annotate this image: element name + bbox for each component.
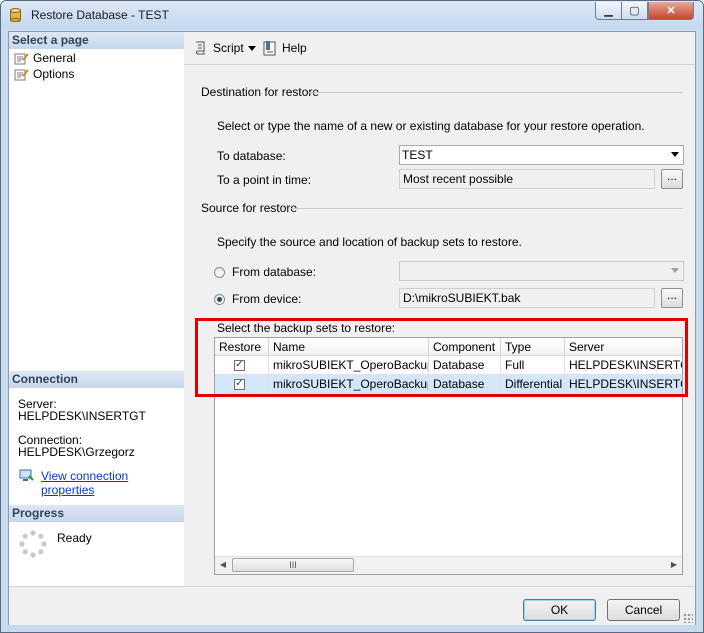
script-dropdown-arrow-icon[interactable] (248, 46, 256, 51)
to-database-combo[interactable]: TEST (399, 145, 684, 165)
view-connection-properties-link[interactable]: View connection properties (41, 469, 184, 497)
maximize-icon: ▢ (629, 5, 640, 17)
to-database-value: TEST (402, 148, 433, 162)
point-in-time-value: Most recent possible (403, 172, 514, 186)
database-icon (10, 8, 21, 22)
resize-grip-icon[interactable] (683, 613, 693, 623)
progress-header: Progress (9, 505, 184, 522)
from-database-label: From database: (232, 265, 317, 279)
source-group-label: Source for restore (201, 201, 298, 215)
left-pane: Select a page General Options Connection… (9, 32, 185, 586)
right-pane: Script Help Destination for restore Sele… (184, 32, 695, 586)
script-icon (196, 41, 205, 55)
progress-status: Ready (57, 531, 92, 545)
to-database-label: To database: (217, 149, 286, 163)
help-icon (263, 41, 276, 56)
connection-properties-icon (19, 469, 34, 481)
scroll-left-icon[interactable]: ◀ (215, 557, 231, 573)
server-value: HELPDESK\INSERTGT (18, 409, 146, 423)
minimize-icon: ▁ (604, 5, 613, 17)
button-bar: OK Cancel (9, 586, 695, 625)
cancel-button[interactable]: Cancel (607, 599, 680, 621)
chevron-down-icon (671, 152, 679, 157)
page-item-general[interactable]: General (14, 51, 76, 66)
page-label-options: Options (33, 67, 75, 81)
page-icon (14, 53, 29, 65)
page-item-options[interactable]: Options (14, 67, 74, 82)
select-page-header: Select a page (9, 32, 184, 49)
device-browse-button[interactable]: ... (661, 288, 683, 308)
help-label: Help (282, 41, 307, 55)
window-title: Restore Database - TEST (31, 8, 169, 22)
destination-instruction: Select or type the name of a new or exis… (217, 119, 645, 133)
from-database-radio[interactable] (214, 267, 225, 278)
restore-database-window: Restore Database - TEST ▁ ▢ ✕ Select a p… (0, 0, 704, 633)
help-button[interactable]: Help (262, 39, 307, 57)
point-in-time-browse-button[interactable]: ... (661, 169, 683, 189)
horizontal-scrollbar[interactable]: ◀ III ▶ (215, 556, 682, 574)
scroll-right-icon[interactable]: ▶ (666, 557, 682, 573)
connection-value: HELPDESK\Grzegorz (18, 445, 135, 459)
maximize-button[interactable]: ▢ (621, 2, 648, 20)
destination-group-label: Destination for restore (201, 85, 320, 99)
toolbar: Script Help (184, 32, 695, 65)
scrollbar-thumb[interactable]: III (232, 558, 354, 572)
from-database-combo[interactable] (399, 261, 684, 281)
source-instruction: Specify the source and location of backu… (217, 235, 522, 249)
chevron-down-icon (671, 268, 679, 273)
device-path-field: D:\mikroSUBIEKT.bak (399, 288, 655, 308)
connection-header: Connection (9, 371, 184, 388)
close-button[interactable]: ✕ (648, 2, 694, 20)
page-label-general: General (33, 51, 76, 65)
script-button[interactable]: Script (193, 39, 244, 57)
device-path-value: D:\mikroSUBIEKT.bak (403, 291, 521, 305)
highlight-box (195, 318, 688, 397)
point-in-time-label: To a point in time: (217, 173, 312, 187)
script-label: Script (213, 41, 244, 55)
page-icon (14, 69, 29, 81)
ok-button[interactable]: OK (523, 599, 596, 621)
minimize-button[interactable]: ▁ (595, 2, 622, 20)
source-divider (291, 208, 683, 209)
from-device-radio[interactable] (214, 294, 225, 305)
point-in-time-field: Most recent possible (399, 169, 655, 189)
close-icon: ✕ (666, 5, 676, 17)
destination-divider (308, 92, 683, 93)
from-device-label: From device: (232, 292, 302, 306)
title-bar[interactable]: Restore Database - TEST ▁ ▢ ✕ (1, 1, 703, 29)
progress-spinner-icon (19, 530, 47, 558)
